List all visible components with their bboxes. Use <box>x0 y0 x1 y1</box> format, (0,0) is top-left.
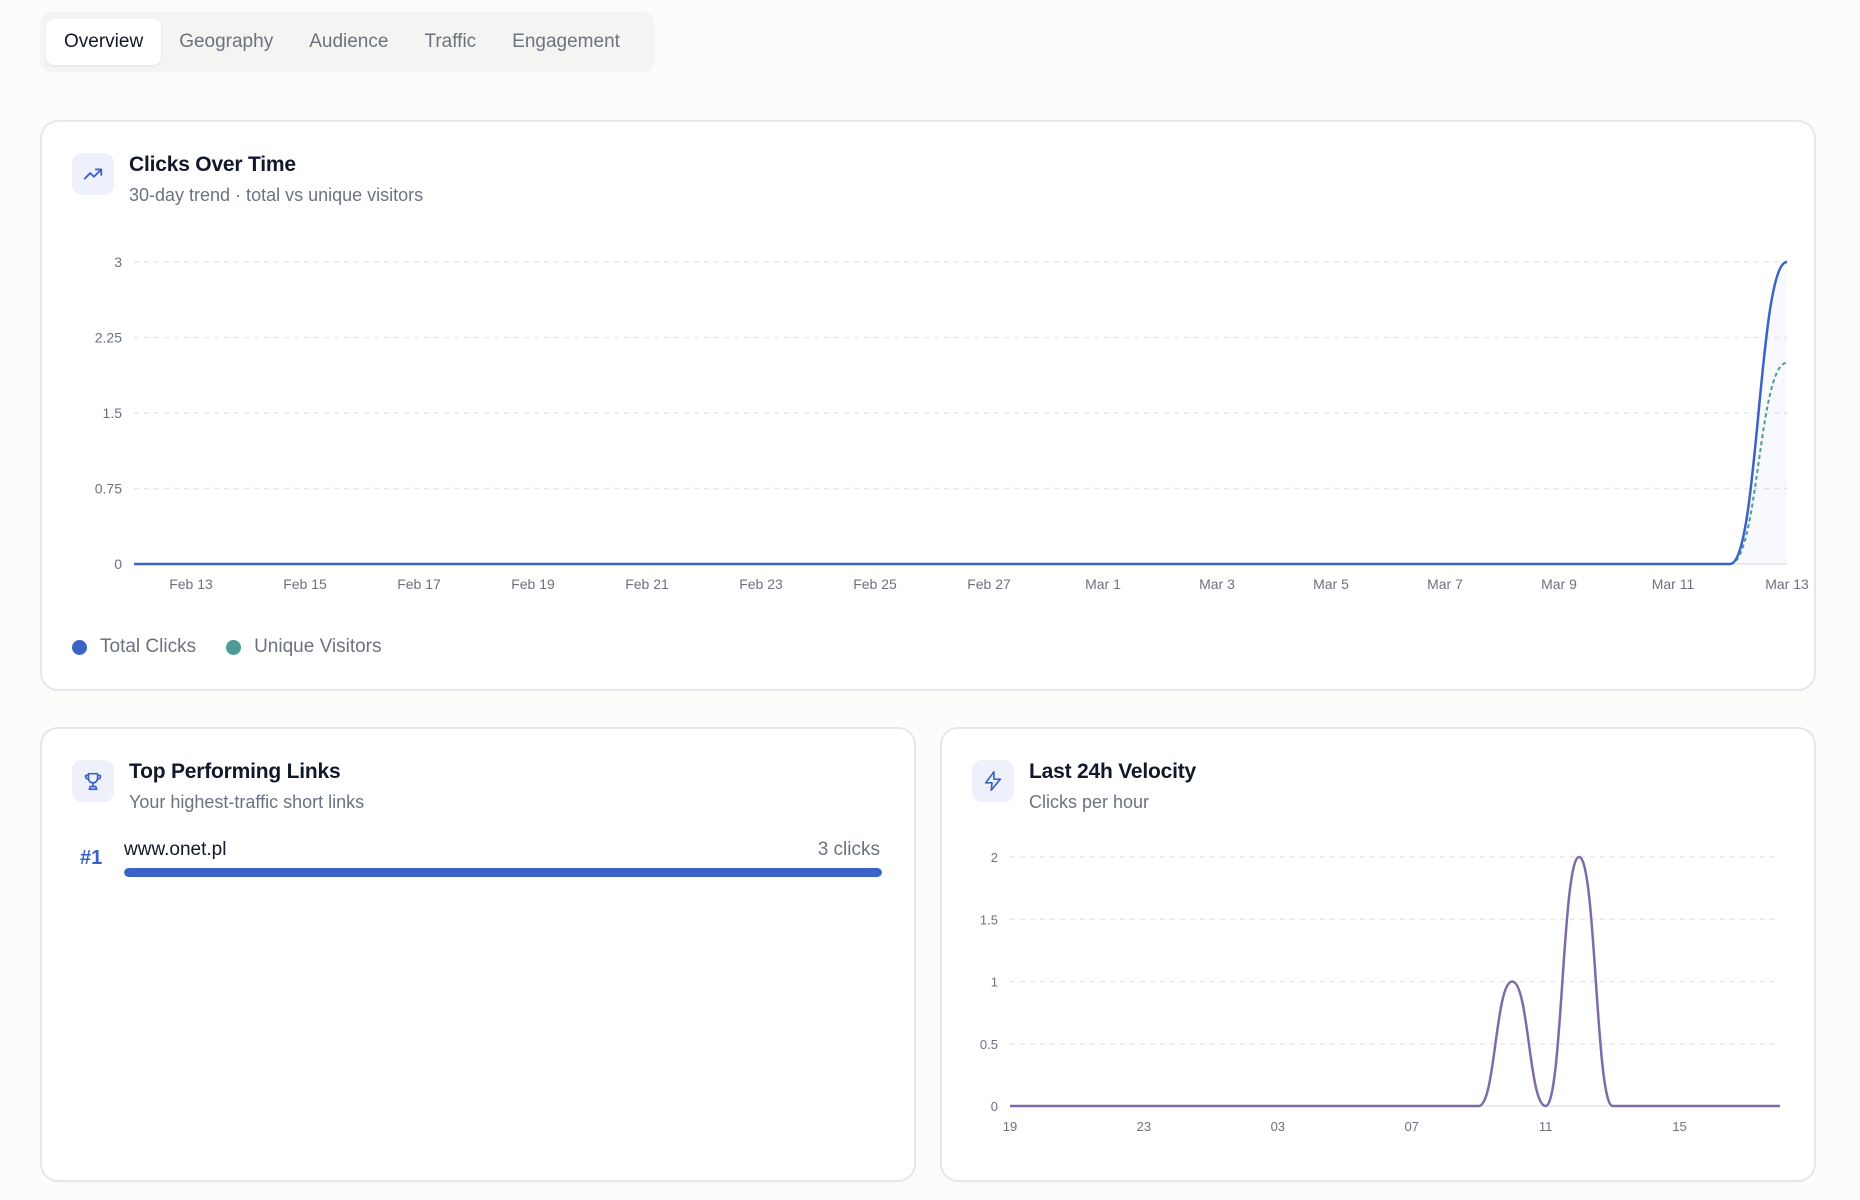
tab-audience[interactable]: Audience <box>291 19 406 65</box>
link-rank: #1 <box>80 847 103 869</box>
x-tick-label: Mar 5 <box>1313 576 1349 592</box>
y-tick-label: 2.25 <box>95 330 122 346</box>
x-tick-label: Feb 17 <box>397 576 441 592</box>
x-tick-label: Mar 3 <box>1199 576 1235 592</box>
trophy-icon <box>72 760 114 802</box>
tab-bar: Overview Geography Audience Traffic Enga… <box>40 12 655 72</box>
link-share-fill <box>124 868 882 877</box>
lightning-icon <box>972 760 1014 802</box>
x-tick-label: Feb 19 <box>511 576 555 592</box>
card-subtitle: Your highest-traffic short links <box>129 792 365 812</box>
legend-unique-visitors[interactable]: Unique Visitors <box>226 636 382 658</box>
card-title: Clicks Over Time <box>129 153 296 176</box>
x-tick-label: Feb 25 <box>853 576 897 592</box>
x-tick-label: 15 <box>1672 1119 1686 1134</box>
legend-label: Total Clicks <box>100 636 197 657</box>
y-tick-label: 1.5 <box>103 405 123 421</box>
link-url[interactable]: www.onet.pl <box>124 839 226 861</box>
y-tick-label: 0.5 <box>980 1037 998 1052</box>
chart-legend: Total Clicks Unique Visitors <box>72 636 412 658</box>
card-title: Last 24h Velocity <box>1029 760 1197 783</box>
x-tick-label: Mar 1 <box>1085 576 1121 592</box>
x-tick-label: Mar 11 <box>1652 576 1695 592</box>
tab-traffic[interactable]: Traffic <box>406 19 494 65</box>
unique-visitors-swatch <box>226 639 242 655</box>
link-share-bar <box>124 868 882 877</box>
y-tick-label: 0 <box>114 556 122 572</box>
x-tick-label: Feb 15 <box>283 576 327 592</box>
tab-overview[interactable]: Overview <box>46 19 162 65</box>
x-tick-label: Mar 13 <box>1765 576 1809 592</box>
x-tick-label: Feb 21 <box>625 576 669 592</box>
total-clicks-area <box>134 262 1787 564</box>
velocity-card: Last 24h Velocity Clicks per hour 0 0.5 1 1… <box>940 727 1816 1182</box>
card-subtitle: 30-day trend · total vs unique visitors <box>129 185 424 205</box>
y-tick-label: 1.5 <box>980 912 998 927</box>
x-tick-label: 03 <box>1271 1119 1285 1134</box>
x-tick-label: Feb 13 <box>169 576 213 592</box>
x-tick-label: Feb 23 <box>739 576 783 592</box>
total-clicks-line <box>133 260 1788 566</box>
y-tick-label: 0.75 <box>95 481 122 497</box>
top-links-card: Top Performing Links Your highest-traffi… <box>40 727 916 1182</box>
card-subtitle: Clicks per hour <box>1029 792 1150 812</box>
link-click-count: 3 clicks <box>817 839 880 860</box>
card-header: Last 24h Velocity Clicks per hour <box>972 759 1196 815</box>
y-tick-label: 1 <box>991 975 998 990</box>
x-tick-label: Mar 7 <box>1427 576 1463 592</box>
y-tick-label: 0 <box>991 1099 998 1114</box>
tab-engagement[interactable]: Engagement <box>494 19 638 65</box>
velocity-chart: 0 0.5 1 1.5 2 19 23 03 07 11 15 <box>980 850 1780 1134</box>
x-tick-label: 07 <box>1405 1119 1419 1134</box>
clicks-over-time-chart: 0 0.75 1.5 2.25 3 Feb 13 Feb 15 Feb 17 Feb 19 Feb… <box>95 254 1809 592</box>
total-clicks-swatch <box>72 639 87 655</box>
x-tick-label: 11 <box>1539 1119 1553 1134</box>
x-tick-label: Feb 27 <box>967 576 1011 592</box>
trending-up-icon <box>72 153 114 195</box>
tab-geography[interactable]: Geography <box>161 19 291 65</box>
card-title: Top Performing Links <box>129 760 341 783</box>
card-header: Clicks Over Time 30-day trend · total vs… <box>72 152 423 208</box>
x-tick-label: 19 <box>1003 1119 1017 1134</box>
legend-label: Unique Visitors <box>254 636 382 657</box>
y-tick-label: 2 <box>991 850 998 865</box>
y-tick-label: 3 <box>114 254 122 270</box>
clicks-over-time-card: Clicks Over Time 30-day trend · total vs… <box>40 120 1816 691</box>
card-header: Top Performing Links Your highest-traffi… <box>72 759 364 815</box>
x-tick-label: Mar 9 <box>1541 576 1577 592</box>
unique-visitors-line <box>133 361 1788 565</box>
legend-total-clicks[interactable]: Total Clicks <box>72 636 196 658</box>
x-tick-label: 23 <box>1137 1119 1151 1134</box>
